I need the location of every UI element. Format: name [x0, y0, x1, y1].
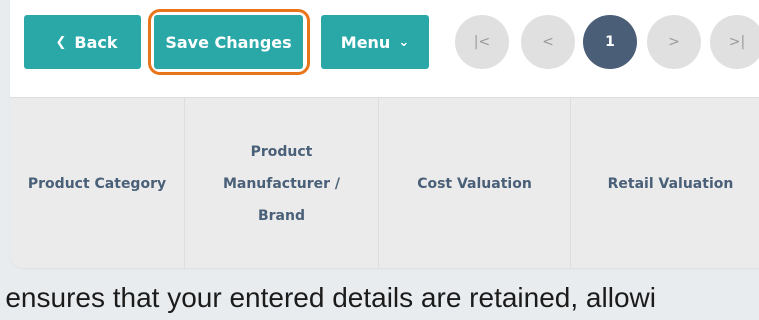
table-header-row: Product Category Product Manufacturer / … [10, 97, 759, 268]
first-page-icon: |< [473, 34, 491, 50]
first-page-button[interactable]: |< [455, 15, 509, 69]
previous-page-button[interactable]: < [521, 15, 575, 69]
back-button-label: Back [74, 32, 118, 52]
menu-button-label: Menu [340, 32, 391, 52]
toolbar: ❮ Back Save Changes Menu ⌄ |< < 1 > >| [10, 0, 759, 97]
chevron-down-icon: ⌄ [398, 34, 410, 50]
footer-text: e ensures that your entered details are … [0, 282, 656, 313]
previous-page-icon: < [542, 34, 554, 50]
last-page-button[interactable]: >| [710, 15, 759, 69]
back-button[interactable]: ❮ Back [24, 15, 141, 69]
last-page-icon: >| [728, 34, 746, 50]
column-header-manufacturer-brand[interactable]: Product Manufacturer / Brand [185, 98, 379, 268]
chevron-left-icon: ❮ [55, 34, 67, 50]
save-changes-button[interactable]: Save Changes [154, 15, 303, 69]
current-page-number: 1 [605, 34, 615, 50]
column-header-product-category[interactable]: Product Category [10, 98, 185, 268]
content-card: ❮ Back Save Changes Menu ⌄ |< < 1 > >| P… [10, 0, 759, 268]
next-page-button[interactable]: > [647, 15, 701, 69]
column-header-cost-valuation[interactable]: Cost Valuation [379, 98, 571, 268]
next-page-icon: > [668, 34, 680, 50]
current-page-button[interactable]: 1 [583, 15, 637, 69]
menu-button[interactable]: Menu ⌄ [321, 15, 429, 69]
column-header-manufacturer-brand-label: Product Manufacturer / Brand [222, 143, 341, 224]
column-header-retail-valuation[interactable]: Retail Valuation [571, 98, 759, 268]
save-button-label: Save Changes [165, 32, 292, 52]
